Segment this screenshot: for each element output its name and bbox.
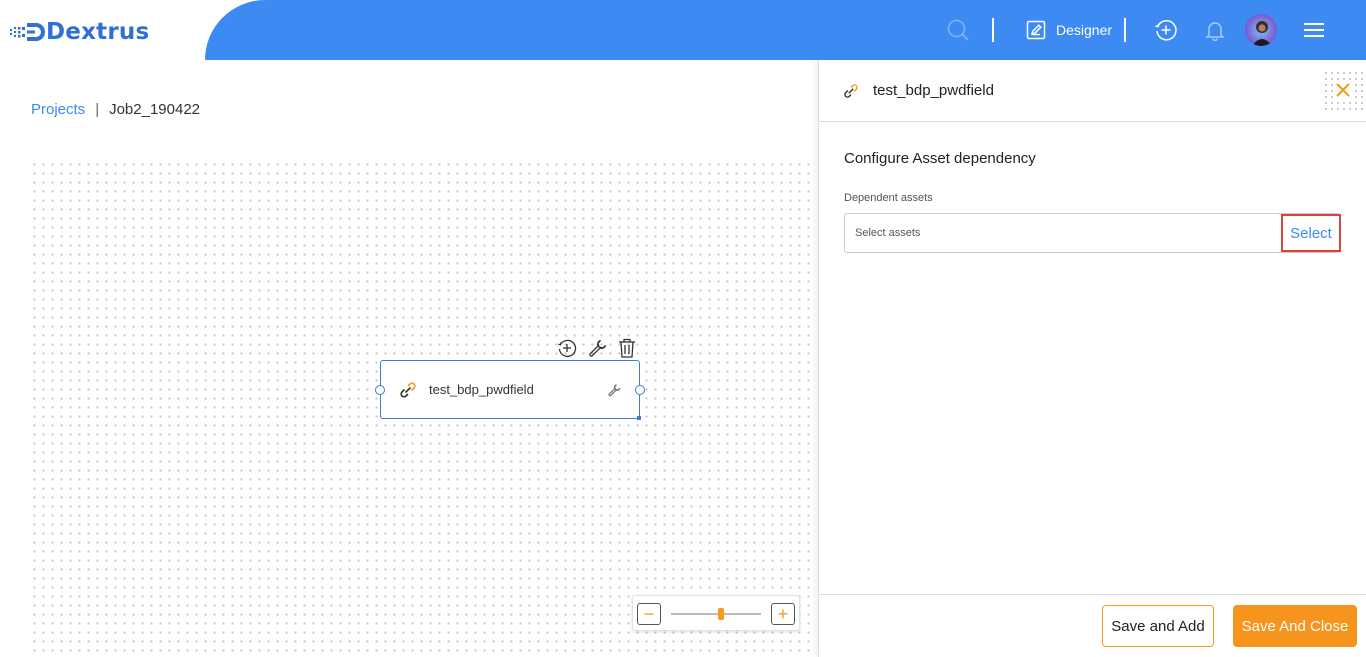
bell-icon[interactable] bbox=[1200, 15, 1230, 45]
wrench-icon[interactable] bbox=[607, 383, 621, 397]
breadcrumb-current-job: Job2_190422 bbox=[109, 101, 201, 118]
search-icon[interactable] bbox=[943, 15, 973, 45]
link-icon bbox=[399, 381, 417, 399]
zoom-out-button[interactable]: − bbox=[637, 603, 661, 625]
trash-icon[interactable] bbox=[616, 337, 638, 359]
dextrus-logo-icon bbox=[10, 23, 45, 41]
asset-dependency-panel: test_bdp_pwdfield Configure Asset depend… bbox=[818, 60, 1366, 657]
panel-header: test_bdp_pwdfield bbox=[819, 60, 1366, 122]
node-label: test_bdp_pwdfield bbox=[429, 382, 534, 397]
panel-footer: Save and Add Save And Close bbox=[819, 594, 1366, 657]
add-circle-icon[interactable] bbox=[1151, 15, 1181, 45]
app-logo[interactable]: Dextrus bbox=[10, 17, 149, 47]
node-output-port[interactable] bbox=[635, 385, 645, 395]
dependent-assets-label: Dependent assets bbox=[844, 192, 933, 204]
header-divider bbox=[992, 18, 994, 42]
menu-icon[interactable] bbox=[1299, 15, 1329, 45]
designer-button[interactable]: Designer bbox=[1026, 15, 1112, 45]
node-resize-handle[interactable] bbox=[637, 416, 641, 420]
zoom-slider-thumb[interactable] bbox=[717, 608, 724, 620]
wrench-icon[interactable] bbox=[586, 337, 608, 359]
add-circle-icon[interactable] bbox=[556, 337, 578, 359]
zoom-in-button[interactable]: + bbox=[771, 603, 795, 625]
node-input-port[interactable] bbox=[375, 385, 385, 395]
avatar[interactable] bbox=[1245, 14, 1277, 46]
dependent-assets-field: Select bbox=[844, 213, 1341, 253]
save-and-close-button[interactable]: Save And Close bbox=[1233, 605, 1357, 647]
dependent-assets-input[interactable] bbox=[845, 214, 1275, 252]
breadcrumb: Projects | Job2_190422 bbox=[31, 101, 200, 118]
breadcrumb-separator: | bbox=[95, 101, 100, 118]
section-title: Configure Asset dependency bbox=[844, 150, 1036, 167]
close-icon bbox=[1333, 80, 1353, 100]
zoom-slider-track[interactable] bbox=[671, 608, 761, 620]
node-toolbar bbox=[556, 337, 638, 359]
top-header: Dextrus Designer bbox=[0, 0, 1366, 60]
select-assets-button[interactable]: Select bbox=[1281, 214, 1341, 252]
zoom-control: − + bbox=[632, 595, 800, 631]
save-and-add-button[interactable]: Save and Add bbox=[1102, 605, 1214, 647]
header-blue-band bbox=[205, 0, 1366, 60]
link-icon bbox=[843, 82, 861, 100]
brand-name: Dextrus bbox=[46, 19, 150, 45]
designer-label: Designer bbox=[1056, 22, 1113, 38]
header-divider bbox=[1124, 18, 1126, 42]
panel-title: test_bdp_pwdfield bbox=[873, 82, 994, 99]
breadcrumb-projects-link[interactable]: Projects bbox=[31, 101, 85, 118]
pipeline-node[interactable]: test_bdp_pwdfield bbox=[375, 360, 645, 420]
close-panel-button[interactable] bbox=[1323, 70, 1363, 110]
edit-icon bbox=[1026, 20, 1046, 40]
